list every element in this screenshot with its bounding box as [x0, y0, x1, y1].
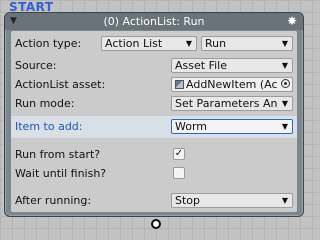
chevron-down-icon: ▼	[281, 39, 288, 48]
after-running-row: After running: Stop ▼	[15, 192, 293, 210]
item-to-add-row: Item to add: Worm ▼	[11, 116, 297, 138]
item-to-add-value: Worm	[175, 120, 208, 133]
source-dropdown[interactable]: Asset File ▼	[171, 58, 293, 73]
actionlist-asset-field[interactable]: AddNewItem (Ac	[171, 77, 293, 92]
action-category-dropdown[interactable]: Action List ▼	[101, 36, 197, 51]
source-row: Source: Asset File ▼	[15, 57, 293, 75]
action-type-row: Action type: Action List ▼ Run ▼	[15, 35, 293, 53]
asset-file-icon	[175, 80, 184, 89]
wait-until-finish-checkbox[interactable]	[173, 167, 185, 179]
actionlist-asset-row: ActionList asset: AddNewItem (Ac	[15, 76, 293, 94]
node-title: (0) ActionList: Run	[103, 15, 205, 28]
actionlist-asset-value: AddNewItem (Ac	[186, 78, 278, 91]
action-value: Run	[205, 37, 227, 50]
source-value: Asset File	[175, 59, 227, 72]
action-type-label: Action type:	[15, 37, 82, 50]
wait-until-finish-label: Wait until finish?	[15, 167, 107, 180]
collapse-arrow-icon[interactable]: ▼	[10, 13, 17, 30]
run-from-start-checkbox[interactable]: ✓	[173, 148, 185, 160]
wait-until-finish-row: Wait until finish?	[15, 165, 293, 183]
checkmark-icon: ✓	[174, 148, 184, 159]
run-mode-row: Run mode: Set Parameters And ▼	[15, 95, 293, 113]
action-category-value: Action List	[105, 37, 163, 50]
run-mode-label: Run mode:	[15, 97, 75, 110]
node-body: Action type: Action List ▼ Run ▼ Source:…	[11, 31, 297, 212]
chevron-down-icon: ▼	[185, 39, 192, 48]
gear-icon[interactable]: ✸	[287, 13, 297, 30]
after-running-label: After running:	[15, 194, 92, 207]
node-header[interactable]: ▼ (0) ActionList: Run ✸	[5, 13, 303, 30]
chevron-down-icon: ▼	[281, 196, 288, 205]
chevron-down-icon: ▼	[281, 99, 288, 108]
run-from-start-row: Run from start? ✓	[15, 146, 293, 164]
run-from-start-label: Run from start?	[15, 148, 101, 161]
chevron-down-icon: ▼	[281, 61, 288, 70]
after-running-dropdown[interactable]: Stop ▼	[171, 193, 293, 208]
chevron-down-icon: ▼	[281, 122, 288, 131]
run-mode-value: Set Parameters And	[175, 97, 278, 110]
source-label: Source:	[15, 59, 57, 72]
item-to-add-label: Item to add:	[15, 120, 83, 133]
run-mode-dropdown[interactable]: Set Parameters And ▼	[171, 96, 293, 111]
object-picker-icon[interactable]	[281, 79, 290, 88]
output-connector[interactable]	[151, 219, 161, 229]
action-node[interactable]: ▼ (0) ActionList: Run ✸ Action type: Act…	[4, 12, 304, 217]
item-to-add-dropdown[interactable]: Worm ▼	[171, 119, 293, 134]
action-dropdown[interactable]: Run ▼	[201, 36, 293, 51]
after-running-value: Stop	[175, 194, 201, 207]
actionlist-asset-label: ActionList asset:	[15, 78, 106, 91]
